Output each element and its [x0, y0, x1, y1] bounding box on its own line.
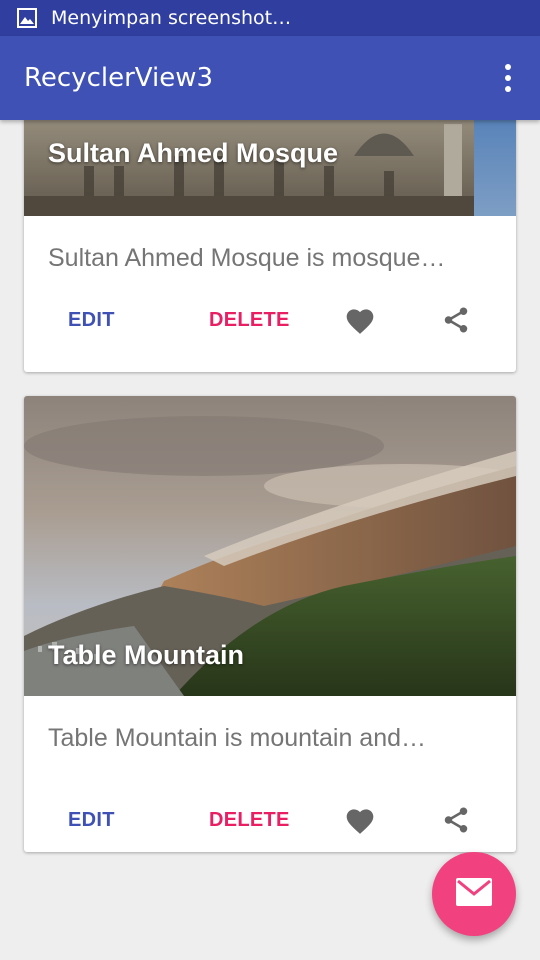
delete-button[interactable]: DELETE — [209, 792, 290, 848]
email-fab-button[interactable] — [432, 852, 516, 936]
heart-icon[interactable] — [342, 802, 378, 838]
image-icon — [16, 7, 38, 29]
card-actions: EDIT DELETE — [24, 792, 516, 848]
status-bar: Menyimpan screenshot… — [0, 0, 540, 36]
edit-button[interactable]: EDIT — [68, 792, 115, 848]
card-description: Table Mountain is mountain and… — [48, 724, 427, 752]
card-image-mosque: Sultan Ahmed Mosque — [24, 120, 516, 216]
app-bar: RecyclerView3 — [0, 36, 540, 120]
card-table-mountain[interactable]: Table Mountain Table Mountain is mountai… — [24, 396, 516, 852]
share-icon[interactable] — [438, 802, 474, 838]
card-image-mountain: Table Mountain — [24, 396, 516, 696]
edit-button[interactable]: EDIT — [68, 292, 115, 348]
status-notification-text: Menyimpan screenshot… — [51, 7, 292, 29]
card-sultan-ahmed-mosque[interactable]: Sultan Ahmed Mosque Sultan Ahmed Mosque … — [24, 120, 516, 372]
email-icon — [455, 877, 493, 911]
card-description: Sultan Ahmed Mosque is mosque… — [48, 244, 446, 272]
card-actions: EDIT DELETE — [24, 292, 516, 348]
card-title: Sultan Ahmed Mosque — [48, 138, 339, 168]
app-title: RecyclerView3 — [24, 63, 214, 93]
recycler-view[interactable]: Sultan Ahmed Mosque Sultan Ahmed Mosque … — [0, 120, 540, 960]
share-icon[interactable] — [438, 302, 474, 338]
card-title: Table Mountain — [48, 640, 244, 670]
more-vert-icon[interactable] — [498, 64, 518, 92]
delete-button[interactable]: DELETE — [209, 292, 290, 348]
heart-icon[interactable] — [342, 302, 378, 338]
